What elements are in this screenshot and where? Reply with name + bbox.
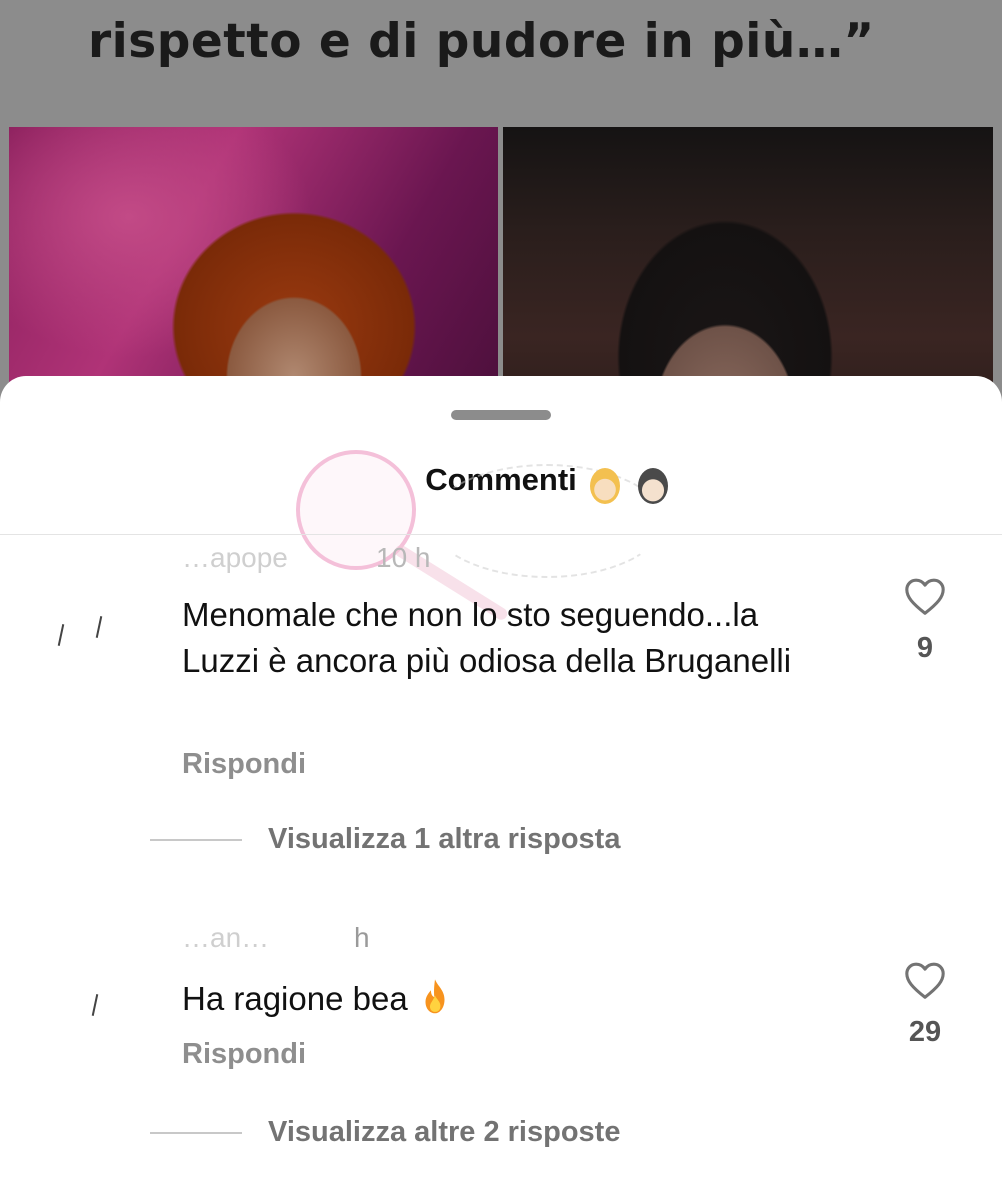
post-headline: rispetto e di pudore in più…” — [88, 14, 875, 69]
avatar[interactable] — [54, 568, 150, 664]
heart-outline-icon[interactable] — [903, 576, 947, 616]
view-replies-button[interactable]: Visualizza 1 altra risposta — [150, 823, 620, 856]
view-replies-button[interactable]: Visualizza altre 2 risposte — [150, 1116, 620, 1149]
reply-button[interactable]: Rispondi — [182, 748, 306, 781]
fire-emoji-icon — [418, 978, 452, 1028]
like-count: 9 — [916, 632, 934, 664]
view-replies-label[interactable]: Visualizza altre 2 risposte — [268, 1116, 620, 1149]
comment-username[interactable]: …an… — [182, 922, 269, 954]
post-background: rispetto e di pudore in più…” — [0, 0, 1002, 427]
comment-text-content: Ha ragione bea — [182, 980, 408, 1017]
comment-timestamp: 10 h — [376, 542, 431, 573]
like-count: 29 — [908, 1016, 942, 1048]
comment-text: Ha ragione bea — [182, 976, 842, 1028]
comments-sheet: Commenti …apope 10 h Menomale che non lo… — [0, 376, 1002, 1200]
reply-button[interactable]: Rispondi — [182, 1038, 306, 1071]
comment-item: …apope 10 h Menomale che non lo sto segu… — [0, 536, 1002, 866]
sheet-title: Commenti — [425, 462, 577, 497]
view-replies-label[interactable]: Visualizza 1 altra risposta — [268, 823, 620, 856]
sheet-drag-handle[interactable] — [451, 410, 551, 420]
heart-outline-icon[interactable] — [903, 960, 947, 1000]
sheet-header-divider — [0, 534, 1002, 535]
comment-text: Menomale che non lo sto seguendo...la Lu… — [182, 596, 792, 679]
comment-timestamp: h — [354, 922, 370, 953]
comment-username[interactable]: …apope — [182, 542, 288, 574]
view-replies-line — [150, 1131, 242, 1134]
like-button[interactable]: 9 — [896, 576, 954, 665]
view-replies-line — [150, 838, 242, 841]
comment-item: …an… h Ha ragione bea Rispondi 29 Visual… — [0, 920, 1002, 1180]
avatar[interactable] — [54, 946, 150, 1042]
like-button[interactable]: 29 — [896, 960, 954, 1049]
